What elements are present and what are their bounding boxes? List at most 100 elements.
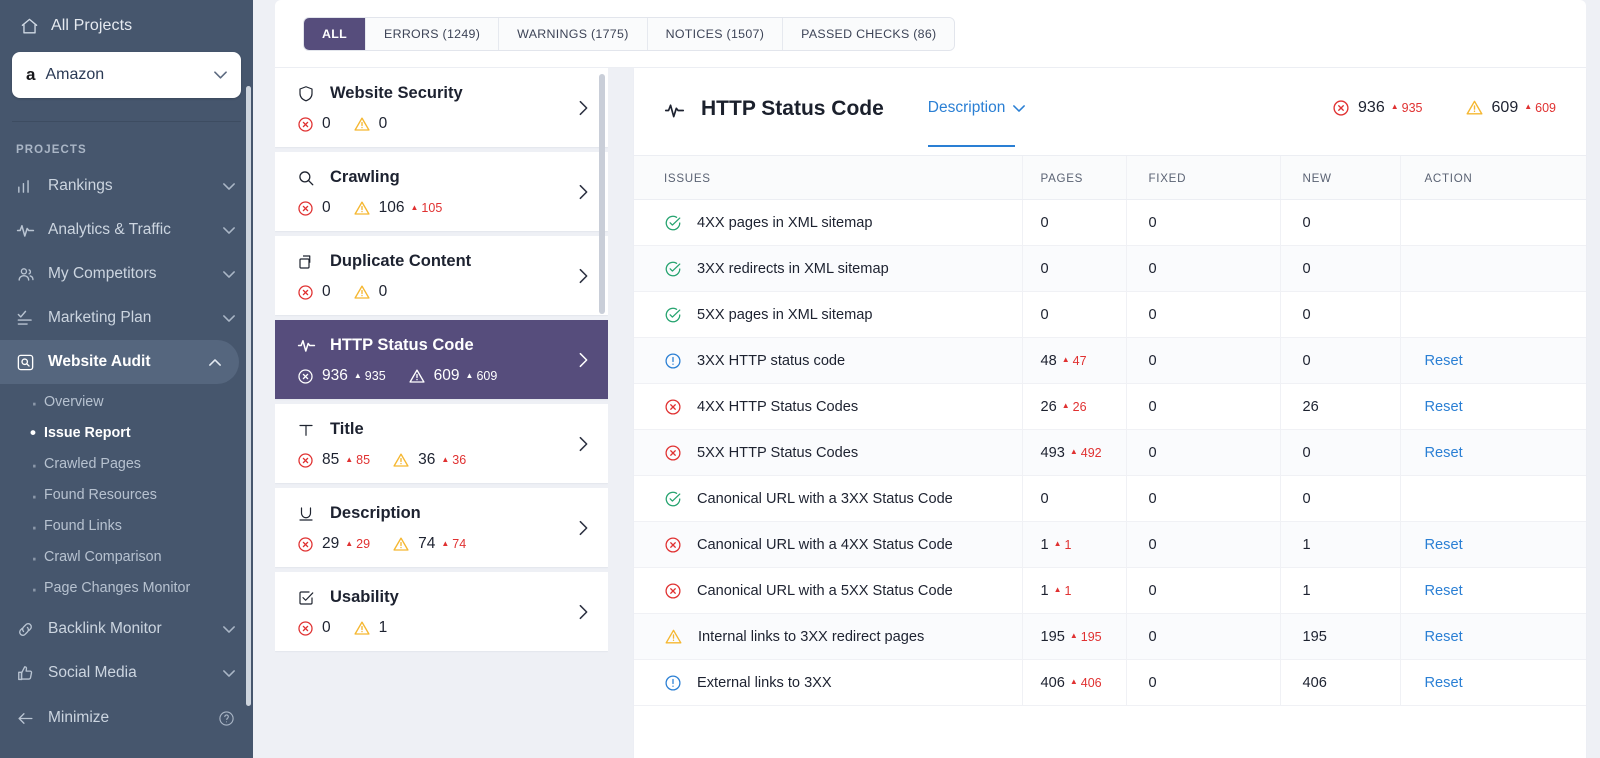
errors-count: 0: [322, 619, 331, 636]
chevron-right-icon[interactable]: [579, 436, 588, 451]
sidebar-subitem-found-resources[interactable]: Found Resources: [0, 479, 253, 510]
chevron-right-icon[interactable]: [579, 604, 588, 619]
pulse-icon: [297, 336, 316, 355]
sidebar-subitem-label: Overview: [44, 393, 104, 410]
category-name: Website Security: [330, 84, 463, 102]
reset-button[interactable]: Reset: [1425, 629, 1463, 645]
sidebar-item-my-competitors[interactable]: My Competitors: [0, 252, 253, 296]
cell-action: Reset: [1399, 613, 1586, 660]
text-t-icon: [297, 421, 316, 439]
pages-count: 26: [1040, 398, 1057, 415]
cell-action: Reset: [1399, 567, 1586, 614]
sidebar-subitem-page-changes-monitor[interactable]: Page Changes Monitor: [0, 572, 253, 603]
new-count: 1: [1302, 536, 1311, 553]
sidebar-subitem-issue-report[interactable]: Issue Report: [0, 417, 253, 448]
cell-new: 406: [1279, 659, 1400, 706]
cell-action: [1399, 245, 1586, 292]
tab-description[interactable]: Description: [927, 99, 1026, 147]
chevron-down-icon: [223, 669, 235, 677]
chevron-right-icon[interactable]: [579, 268, 588, 283]
cell-issue: 5XX pages in XML sitemap: [634, 291, 1022, 338]
reset-button[interactable]: Reset: [1425, 353, 1463, 369]
chevron-right-icon[interactable]: [579, 352, 588, 367]
cell-pages: 493 ▲ 492: [1021, 429, 1126, 476]
all-projects-link[interactable]: All Projects: [12, 0, 241, 52]
table-row[interactable]: 4XX HTTP Status Codes 26 ▲ 26 0 26 Reset: [634, 383, 1586, 430]
table-row[interactable]: 3XX redirects in XML sitemap 0 0 0: [634, 245, 1586, 292]
help-circle-icon[interactable]: [218, 710, 235, 727]
table-row[interactable]: 4XX pages in XML sitemap 0 0 0: [634, 199, 1586, 246]
sidebar-subitem-crawled-pages[interactable]: Crawled Pages: [0, 448, 253, 479]
chevron-right-icon[interactable]: [579, 184, 588, 199]
cell-fixed: 0: [1125, 659, 1280, 706]
table-row[interactable]: Canonical URL with a 4XX Status Code 1 ▲ 1 0…: [634, 521, 1586, 568]
errors-count: 0: [322, 199, 331, 216]
reset-button[interactable]: Reset: [1425, 445, 1463, 461]
table-row[interactable]: 3XX HTTP status code 48 ▲ 47 0 0 Reset: [634, 337, 1586, 384]
category-card-http-status-code[interactable]: HTTP Status Code 936 ▲ 935 609 ▲ 609: [275, 320, 608, 399]
sidebar-subitem-crawl-comparison[interactable]: Crawl Comparison: [0, 541, 253, 572]
sidebar-subitem-overview[interactable]: Overview: [0, 386, 253, 417]
chevron-down-icon: [223, 314, 235, 322]
error-icon: [297, 116, 314, 133]
chevron-right-icon[interactable]: [579, 520, 588, 535]
table-row[interactable]: Canonical URL with a 3XX Status Code 0 0 0: [634, 475, 1586, 522]
sidebar-item-label: Website Audit: [48, 353, 151, 370]
category-card-website-security[interactable]: Website Security 0 0: [275, 68, 608, 147]
sidebar-item-rankings[interactable]: Rankings: [0, 164, 253, 208]
category-card-usability[interactable]: Usability 0 1: [275, 572, 608, 651]
sidebar-item-analytics-traffic[interactable]: Analytics & Traffic: [0, 208, 253, 252]
reset-button[interactable]: Reset: [1425, 537, 1463, 553]
sidebar-item-marketing-plan[interactable]: Marketing Plan: [0, 296, 253, 340]
sidebar-scrollbar[interactable]: [246, 86, 251, 706]
new-count: 0: [1302, 444, 1311, 461]
sidebar-item-website-audit[interactable]: Website Audit: [0, 340, 239, 384]
tab-notices[interactable]: NOTICES (1507): [647, 17, 784, 50]
table-row[interactable]: Canonical URL with a 5XX Status Code 1 ▲ 1 0…: [634, 567, 1586, 614]
chevron-down-icon: [223, 226, 235, 234]
cell-issue: 5XX HTTP Status Codes: [634, 429, 1022, 476]
issue-label: 5XX HTTP Status Codes: [697, 444, 859, 461]
category-name: Usability: [330, 588, 399, 606]
reset-button[interactable]: Reset: [1425, 399, 1463, 415]
tab-errors[interactable]: ERRORS (1249): [366, 17, 500, 50]
warnings-delta: ▲ 105: [410, 201, 443, 215]
reset-button[interactable]: Reset: [1425, 675, 1463, 691]
column-header-new: NEW: [1279, 156, 1400, 200]
warnings-count: 1: [378, 619, 388, 636]
warnings-stat: 36 ▲ 36: [392, 451, 466, 469]
sidebar-item-social-media[interactable]: Social Media: [0, 651, 253, 695]
check-circle-icon: [664, 260, 682, 278]
minimize-label: Minimize: [48, 709, 110, 726]
tab-warnings[interactable]: WARNINGS (1775): [499, 17, 648, 50]
underline-u-icon: [297, 505, 316, 523]
reset-button[interactable]: Reset: [1425, 583, 1463, 599]
category-card-duplicate-content[interactable]: Duplicate Content 0 0: [275, 236, 608, 315]
cell-pages: 0: [1021, 199, 1126, 246]
issue-label: Canonical URL with a 4XX Status Code: [697, 536, 953, 553]
category-card-title[interactable]: Title 85 ▲ 85 36 ▲ 36: [275, 404, 608, 483]
pages-count: 0: [1040, 306, 1049, 323]
chevron-right-icon[interactable]: [579, 100, 588, 115]
table-row[interactable]: 5XX pages in XML sitemap 0 0 0: [634, 291, 1586, 338]
detail-header-stats: 936 ▲ 935 609 ▲ 609: [1332, 98, 1556, 117]
table-row[interactable]: External links to 3XX 406 ▲ 406 0 406 Reset: [634, 659, 1586, 706]
category-card-description[interactable]: Description 29 ▲ 29 74 ▲ 74: [275, 488, 608, 567]
table-row[interactable]: Internal links to 3XX redirect pages 195 ▲…: [634, 613, 1586, 660]
sidebar-item-backlink-monitor[interactable]: Backlink Monitor: [0, 607, 253, 651]
minimize-button[interactable]: Minimize: [0, 695, 253, 741]
warnings-delta: ▲ 36: [441, 453, 467, 467]
sidebar-subitem-label: Crawl Comparison: [44, 548, 162, 565]
category-name: HTTP Status Code: [330, 336, 474, 354]
project-selector[interactable]: a Amazon: [12, 52, 241, 98]
tab-all[interactable]: ALL: [304, 17, 366, 50]
category-card-crawling[interactable]: Crawling 0 106 ▲ 105: [275, 152, 608, 231]
sidebar-subitem-found-links[interactable]: Found Links: [0, 510, 253, 541]
fixed-count: 0: [1148, 214, 1157, 231]
tab-passed-checks[interactable]: PASSED CHECKS (86): [783, 17, 955, 50]
category-list-scrollbar[interactable]: [599, 74, 605, 314]
table-row[interactable]: 5XX HTTP Status Codes 493 ▲ 492 0 0 Reset: [634, 429, 1586, 476]
issue-label: External links to 3XX: [697, 674, 832, 691]
cell-action: [1399, 199, 1586, 246]
error-icon: [1332, 99, 1350, 117]
